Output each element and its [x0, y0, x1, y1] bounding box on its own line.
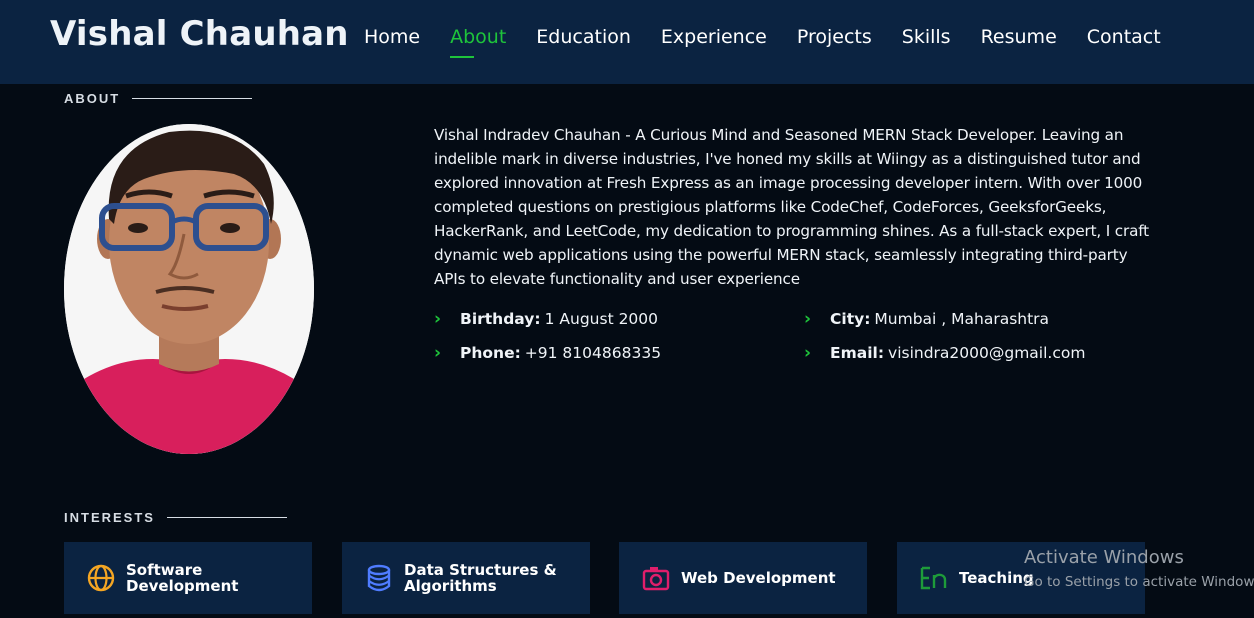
windows-activation-watermark: Activate Windows Go to Settings to activ…: [1024, 547, 1254, 590]
watermark-subtitle: Go to Settings to activate Windows.: [1024, 574, 1254, 590]
detail-city: › City: Mumbai , Maharashtra: [804, 309, 1049, 329]
nav-experience[interactable]: Experience: [661, 26, 767, 48]
detail-birthday: › Birthday: 1 August 2000: [434, 309, 658, 329]
about-bio: Vishal Indradev Chauhan - A Curious Mind…: [434, 126, 1149, 288]
site-header: Vishal Chauhan Home About Education Expe…: [0, 0, 1254, 84]
profile-portrait-illustration: [64, 124, 314, 454]
interests-title-text: INTERESTS: [64, 510, 155, 525]
interest-card-dsa[interactable]: Data Structures & Algorithms: [342, 542, 590, 614]
about-section-title: ABOUT: [64, 91, 253, 106]
nav-skills[interactable]: Skills: [902, 26, 951, 48]
nav-contact[interactable]: Contact: [1087, 26, 1161, 48]
database-icon: [367, 564, 391, 592]
main-nav: Home About Education Experience Projects…: [364, 26, 1191, 58]
globe-icon: [87, 564, 115, 592]
interest-label: Web Development: [681, 569, 836, 587]
detail-email: › Email: visindra2000@gmail.com: [804, 343, 1085, 363]
nav-about[interactable]: About: [450, 26, 506, 58]
title-divider: [132, 98, 253, 99]
phone-value: +91 8104868335: [524, 344, 662, 362]
profile-photo: [64, 124, 314, 454]
interest-label: Data Structures & Algorithms: [404, 561, 557, 595]
nav-resume[interactable]: Resume: [981, 26, 1057, 48]
interest-label: Teaching: [959, 569, 1034, 587]
birthday-value: 1 August 2000: [544, 310, 659, 328]
city-label: City:: [830, 310, 871, 328]
email-label: Email:: [830, 344, 885, 362]
interest-card-web-development[interactable]: Web Development: [619, 542, 867, 614]
site-brand[interactable]: Vishal Chauhan: [50, 14, 349, 54]
email-value: visindra2000@gmail.com: [888, 344, 1086, 362]
watermark-title: Activate Windows: [1024, 547, 1184, 568]
language-icon: [920, 566, 947, 590]
nav-home[interactable]: Home: [364, 26, 420, 48]
chevron-right-icon: ›: [434, 343, 442, 363]
chevron-right-icon: ›: [804, 343, 812, 363]
birthday-label: Birthday:: [460, 310, 541, 328]
interests-section-title: INTERESTS: [64, 510, 287, 525]
title-divider: [166, 517, 287, 518]
interest-label: Software Development: [126, 561, 239, 595]
phone-label: Phone:: [460, 344, 521, 362]
detail-phone: › Phone: +91 8104868335: [434, 343, 661, 363]
nav-projects[interactable]: Projects: [797, 26, 872, 48]
about-title-text: ABOUT: [64, 91, 121, 106]
interest-card-software-development[interactable]: Software Development: [64, 542, 312, 614]
chevron-right-icon: ›: [804, 309, 812, 329]
chevron-right-icon: ›: [434, 309, 442, 329]
city-value: Mumbai , Maharashtra: [874, 310, 1050, 328]
camera-icon: [642, 567, 670, 591]
nav-education[interactable]: Education: [536, 26, 631, 48]
